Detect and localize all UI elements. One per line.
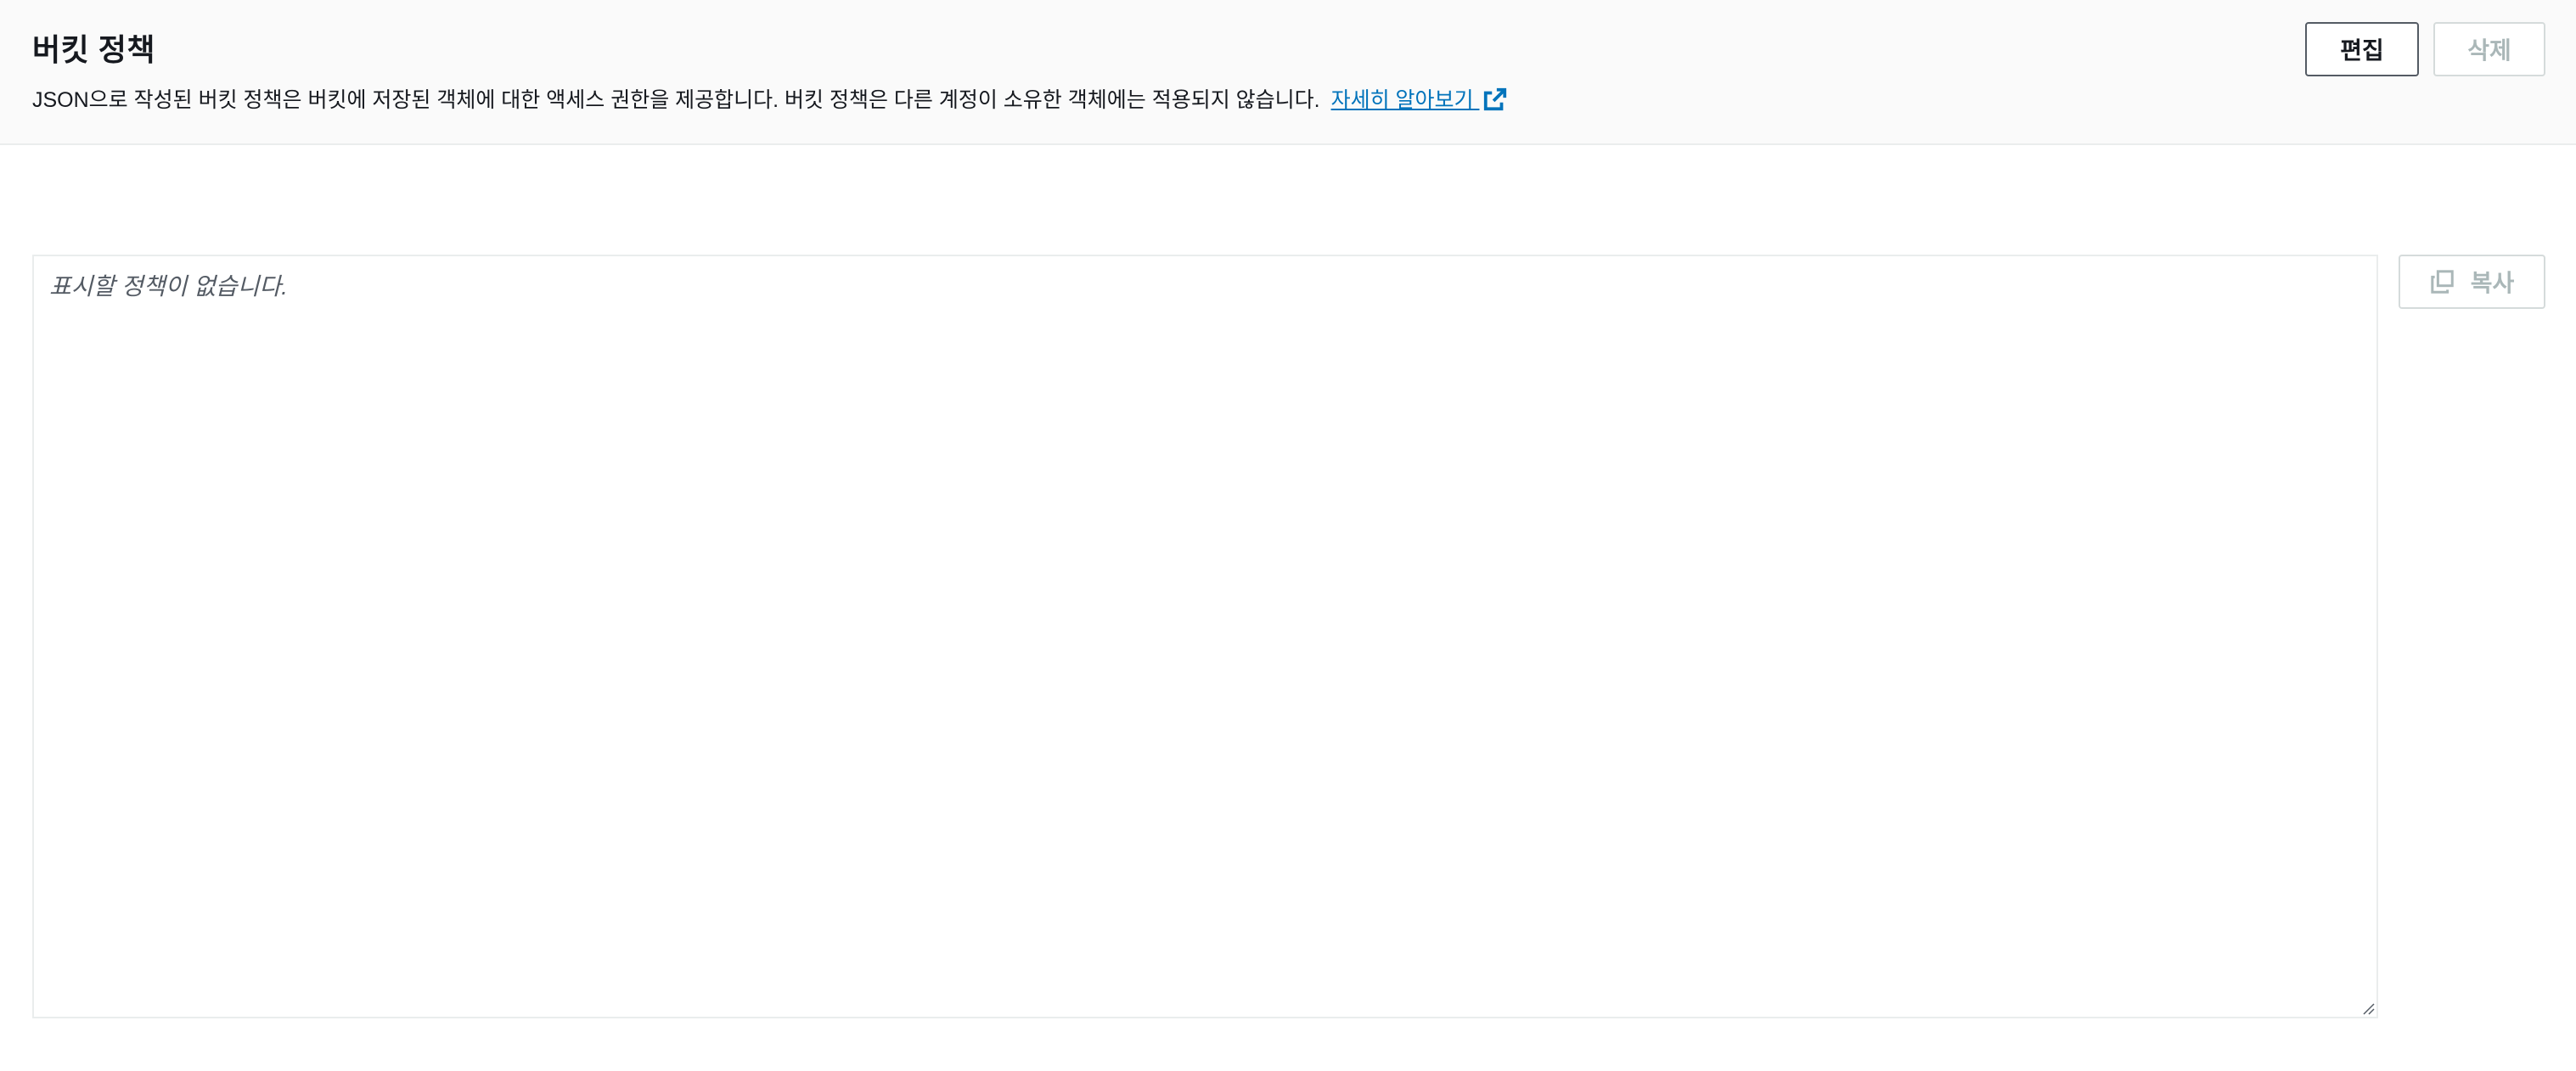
- learn-more-label: 자세히 알아보기: [1330, 88, 1474, 112]
- policy-editor[interactable]: 표시할 정책이 없습니다.: [32, 255, 2378, 1018]
- learn-more-link[interactable]: 자세히 알아보기: [1330, 87, 1509, 112]
- resize-handle-icon[interactable]: [2359, 1000, 2375, 1015]
- copy-label: 복사: [2470, 270, 2515, 296]
- policy-description-text: JSON으로 작성된 버킷 정책은 버킷에 저장된 객체에 대한 액세스 권한을…: [32, 88, 1320, 112]
- page-title: 버킷 정책: [32, 32, 155, 67]
- bucket-policy-header: 버킷 정책 JSON으로 작성된 버킷 정책은 버킷에 저장된 객체에 대한 액…: [0, 0, 2576, 145]
- empty-policy-placeholder: 표시할 정책이 없습니다.: [49, 273, 288, 300]
- edit-button[interactable]: 편집: [2305, 22, 2419, 76]
- delete-button[interactable]: 삭제: [2433, 22, 2545, 76]
- copy-icon: [2431, 270, 2454, 294]
- policy-description: JSON으로 작성된 버킷 정책은 버킷에 저장된 객체에 대한 액세스 권한을…: [32, 83, 1508, 114]
- copy-button[interactable]: 복사: [2399, 255, 2545, 309]
- external-link-icon: [1484, 87, 1507, 111]
